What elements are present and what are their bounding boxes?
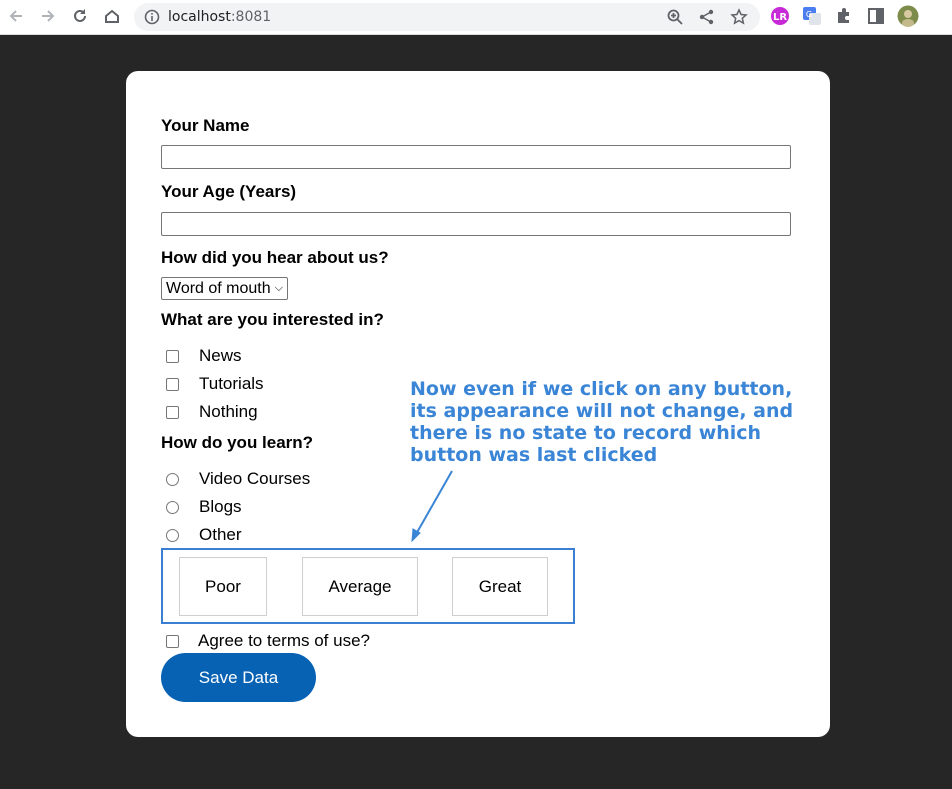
url-port: :8081	[230, 9, 272, 25]
annotation-line: Now even if we click on any button,	[410, 378, 793, 400]
interest-label: Tutorials	[199, 374, 264, 393]
url-text: localhost:8081	[168, 9, 271, 25]
hear-select-value: Word of mouth	[166, 279, 271, 297]
name-label: Your Name	[161, 116, 250, 135]
learn-option-other[interactable]: Other	[166, 525, 242, 545]
learn-option-blogs[interactable]: Blogs	[166, 497, 242, 517]
rating-great-button[interactable]: Great	[452, 557, 548, 616]
interest-label: Nothing	[199, 402, 258, 421]
checkbox[interactable]	[166, 405, 179, 419]
annotation-note: Now even if we click on any button, its …	[410, 378, 810, 466]
radio-button[interactable]	[166, 472, 179, 486]
annotation-line: its appearance will not change, and	[410, 400, 794, 422]
forward-arrow-icon[interactable]	[37, 5, 59, 27]
address-bar[interactable]: localhost:8081	[134, 3, 760, 31]
rating-poor-button[interactable]: Poor	[179, 557, 267, 616]
reload-icon[interactable]	[69, 5, 91, 27]
rating-buttons-highlight: Poor Average Great	[161, 548, 575, 624]
checkbox[interactable]	[166, 349, 179, 363]
site-info-icon[interactable]	[144, 9, 160, 25]
terms-label: Agree to terms of use?	[198, 631, 370, 650]
extensions-puzzle-icon[interactable]	[834, 6, 854, 26]
save-data-button[interactable]: Save Data	[161, 653, 316, 702]
back-arrow-icon[interactable]	[5, 5, 27, 27]
terms-option[interactable]: Agree to terms of use?	[166, 631, 370, 651]
learn-option-label: Video Courses	[199, 469, 311, 488]
interest-option-news[interactable]: News	[166, 346, 242, 366]
bookmark-star-icon[interactable]	[730, 8, 748, 26]
checkbox[interactable]	[166, 377, 179, 391]
zoom-icon[interactable]	[666, 8, 684, 26]
interest-label: News	[199, 346, 242, 365]
learn-option-label: Blogs	[199, 497, 242, 516]
interests-label: What are you interested in?	[161, 310, 384, 329]
share-icon[interactable]	[698, 8, 716, 26]
side-panel-icon[interactable]	[866, 6, 886, 26]
chevron-down-icon: ⌵	[274, 282, 283, 294]
learn-option-video-courses[interactable]: Video Courses	[166, 469, 310, 489]
age-input[interactable]	[161, 212, 791, 236]
home-icon[interactable]	[101, 5, 123, 27]
interest-option-tutorials[interactable]: Tutorials	[166, 374, 264, 394]
url-host: localhost	[168, 9, 231, 25]
annotation-line: button was last clicked	[410, 444, 658, 466]
svg-text:G: G	[806, 10, 812, 19]
radio-button[interactable]	[166, 528, 179, 542]
hear-label: How did you hear about us?	[161, 248, 389, 267]
hear-select[interactable]: Word of mouth ⌵	[161, 277, 288, 300]
browser-toolbar: localhost:8081 LR G	[0, 0, 952, 35]
rating-average-button[interactable]: Average	[302, 557, 418, 616]
radio-button[interactable]	[166, 500, 179, 514]
interest-option-nothing[interactable]: Nothing	[166, 402, 258, 422]
profile-avatar-icon[interactable]	[897, 5, 919, 27]
translate-extension-icon[interactable]: G	[802, 6, 822, 26]
learn-option-label: Other	[199, 525, 242, 544]
extension-lr-icon[interactable]: LR	[770, 6, 790, 26]
learn-label: How do you learn?	[161, 433, 314, 452]
svg-text:LR: LR	[773, 12, 787, 23]
age-label: Your Age (Years)	[161, 182, 297, 201]
name-input[interactable]	[161, 145, 791, 169]
annotation-line: there is no state to record which	[410, 422, 762, 444]
terms-checkbox[interactable]	[166, 634, 179, 648]
